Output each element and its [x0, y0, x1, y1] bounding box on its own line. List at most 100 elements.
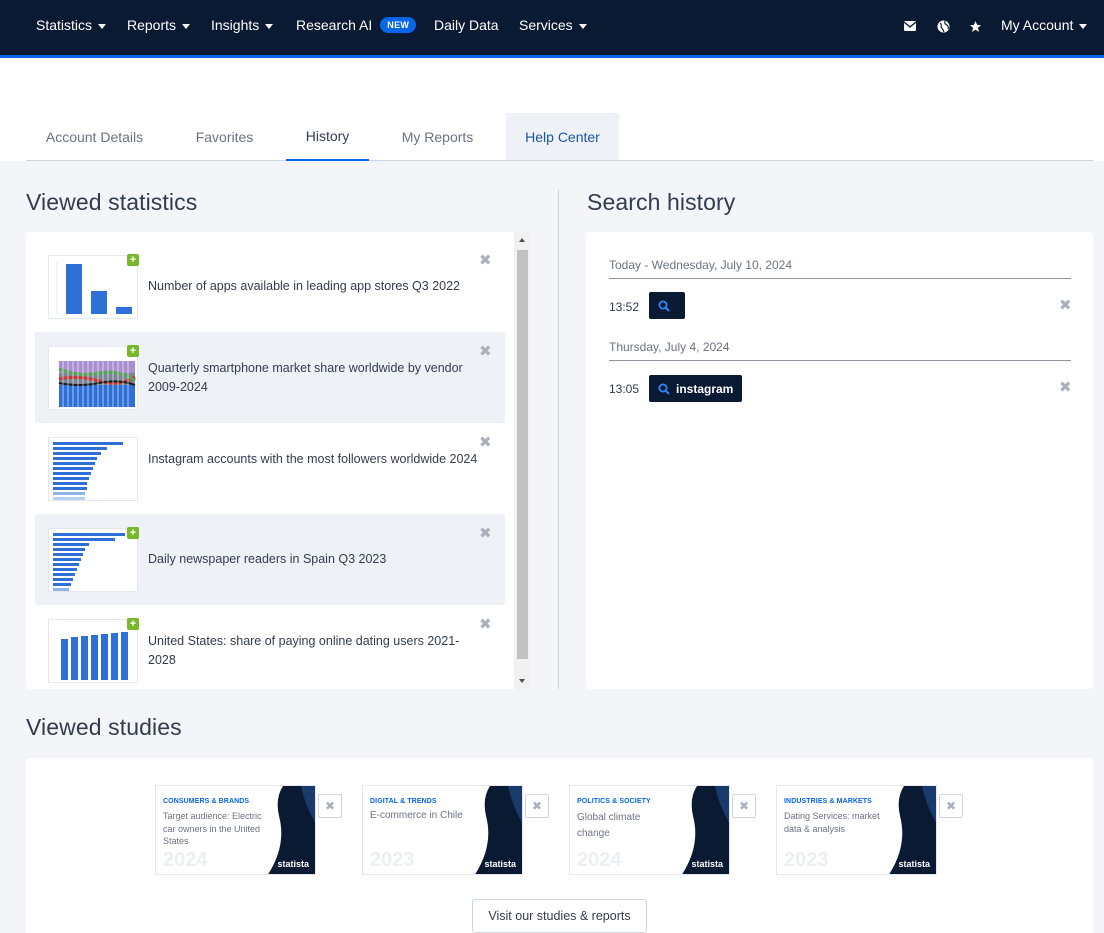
top-navigation: Statistics Reports Insights Research AI N… [0, 0, 1104, 55]
list-item[interactable]: + Quarterly smartphone market share worl… [35, 332, 505, 423]
chart-thumbnail [48, 437, 138, 501]
list-item[interactable]: Instagram accounts with the most followe… [35, 423, 505, 514]
divider [609, 278, 1071, 279]
chevron-down-icon [265, 23, 274, 29]
remove-icon[interactable]: ✖ [1059, 380, 1072, 395]
add-favorite-icon[interactable]: + [127, 345, 139, 357]
tab-label: Favorites [195, 128, 254, 145]
visit-studies-button[interactable]: Visit our studies & reports [472, 899, 647, 933]
study-title: Dating Services: market data & analysis [784, 811, 880, 834]
search-icon [658, 300, 670, 312]
nav-services-label: Services [519, 17, 573, 33]
scroll-down-arrow-icon[interactable] [519, 679, 525, 683]
statistic-title[interactable]: Instagram accounts with the most followe… [148, 450, 478, 469]
chart-thumbnail [48, 528, 138, 592]
viewed-statistics-title: Viewed statistics [26, 189, 198, 215]
statistic-title[interactable]: Daily newspaper readers in Spain Q3 2023 [148, 550, 478, 569]
my-account-label: My Account [1001, 17, 1074, 33]
tab-help-center[interactable]: Help Center [506, 113, 619, 160]
remove-icon[interactable]: ✖ [479, 435, 492, 450]
nav-reports[interactable]: Reports [127, 17, 191, 33]
tab-account-details[interactable]: Account Details [26, 113, 163, 160]
search-history-entry[interactable] [649, 292, 685, 319]
history-time: 13:52 [609, 300, 640, 314]
search-history-panel: Today - Wednesday, July 10, 2024 13:52 ✖… [586, 232, 1093, 689]
nav-daily-data-label: Daily Data [434, 17, 499, 33]
history-date: Thursday, July 4, 2024 [609, 340, 730, 354]
nav-reports-label: Reports [127, 17, 177, 33]
scroll-thumb[interactable] [517, 250, 528, 659]
remove-icon[interactable]: ✖ [479, 526, 492, 541]
chevron-down-icon [578, 23, 587, 29]
close-icon[interactable]: ✖ [939, 794, 963, 818]
study-card[interactable]: POLITICS & SOCIETY Global climate change… [569, 785, 730, 875]
tab-label: History [305, 128, 350, 144]
study-title: E-commerce in Chile [370, 810, 463, 821]
mail-icon[interactable] [903, 19, 917, 33]
study-card[interactable]: INDUSTRIES & MARKETS Dating Services: ma… [776, 785, 937, 875]
study-category: POLITICS & SOCIETY [577, 798, 651, 805]
nav-statistics[interactable]: Statistics [36, 17, 107, 33]
study-category: INDUSTRIES & MARKETS [784, 798, 872, 805]
remove-icon[interactable]: ✖ [479, 253, 492, 268]
statista-logo: statista [691, 859, 723, 869]
close-icon[interactable]: ✖ [318, 794, 342, 818]
tab-label: Account Details [45, 128, 144, 145]
add-favorite-icon[interactable]: + [127, 254, 139, 266]
list-item[interactable]: + United States: share of paying online … [35, 605, 505, 689]
statistic-title[interactable]: United States: share of paying online da… [148, 632, 478, 670]
add-favorite-icon[interactable]: + [127, 618, 139, 630]
remove-icon[interactable]: ✖ [1059, 298, 1072, 313]
nav-insights-label: Insights [211, 17, 260, 33]
nav-insights[interactable]: Insights [211, 17, 274, 33]
study-title: Target audience: Electric car owners in … [163, 811, 262, 846]
chevron-down-icon [182, 23, 191, 29]
tab-label: Help Center [525, 128, 600, 145]
viewed-studies-title: Viewed studies [26, 714, 182, 740]
statista-logo: statista [484, 859, 516, 869]
history-time: 13:05 [609, 382, 640, 396]
tab-history[interactable]: History [286, 113, 369, 161]
study-card[interactable]: CONSUMERS & BRANDS Target audience: Elec… [155, 785, 316, 875]
search-history-entry[interactable]: instagram [649, 375, 743, 402]
star-icon[interactable] [968, 19, 982, 33]
tab-favorites[interactable]: Favorites [176, 113, 273, 160]
viewed-studies-panel: CONSUMERS & BRANDS Target audience: Elec… [26, 758, 1093, 933]
nav-research-ai-label: Research AI [296, 17, 373, 33]
chart-thumbnail [48, 255, 138, 319]
chevron-down-icon [98, 23, 107, 29]
remove-icon[interactable]: ✖ [479, 617, 492, 632]
history-date: Today - Wednesday, July 10, 2024 [609, 258, 792, 272]
tab-label: My Reports [401, 128, 474, 145]
search-icon [658, 383, 670, 395]
nav-daily-data[interactable]: Daily Data [434, 17, 499, 33]
close-icon[interactable]: ✖ [525, 794, 549, 818]
viewed-statistics-list: + Number of apps available in leading ap… [26, 232, 531, 689]
statistic-title[interactable]: Number of apps available in leading app … [148, 277, 478, 296]
remove-icon[interactable]: ✖ [479, 344, 492, 359]
tab-my-reports[interactable]: My Reports [382, 113, 493, 160]
chart-thumbnail [48, 619, 138, 683]
study-year: 2023 [370, 849, 415, 871]
study-category: CONSUMERS & BRANDS [163, 798, 250, 805]
statistic-title[interactable]: Quarterly smartphone market share worldw… [148, 359, 478, 397]
list-item[interactable]: + Daily newspaper readers in Spain Q3 20… [35, 514, 505, 605]
nav-research-ai[interactable]: Research AI NEW [296, 17, 417, 33]
globe-icon[interactable] [936, 19, 950, 33]
account-tabs: Account Details Favorites History My Rep… [26, 113, 1093, 161]
nav-services[interactable]: Services [519, 17, 587, 33]
list-item[interactable]: + Number of apps available in leading ap… [35, 241, 505, 332]
new-badge: NEW [380, 17, 417, 33]
study-year: 2024 [163, 849, 208, 871]
add-favorite-icon[interactable]: + [127, 527, 139, 539]
divider [609, 360, 1071, 361]
statista-logo: statista [898, 859, 930, 869]
study-category: DIGITAL & TRENDS [370, 798, 437, 805]
my-account-menu[interactable]: My Account [1001, 17, 1088, 33]
study-title: Global climate change [577, 812, 641, 839]
scroll-up-arrow-icon[interactable] [519, 238, 525, 242]
scrollbar[interactable] [514, 232, 531, 689]
study-card[interactable]: DIGITAL & TRENDS E-commerce in Chile 202… [362, 785, 523, 875]
close-icon[interactable]: ✖ [732, 794, 756, 818]
study-year: 2023 [784, 849, 829, 871]
